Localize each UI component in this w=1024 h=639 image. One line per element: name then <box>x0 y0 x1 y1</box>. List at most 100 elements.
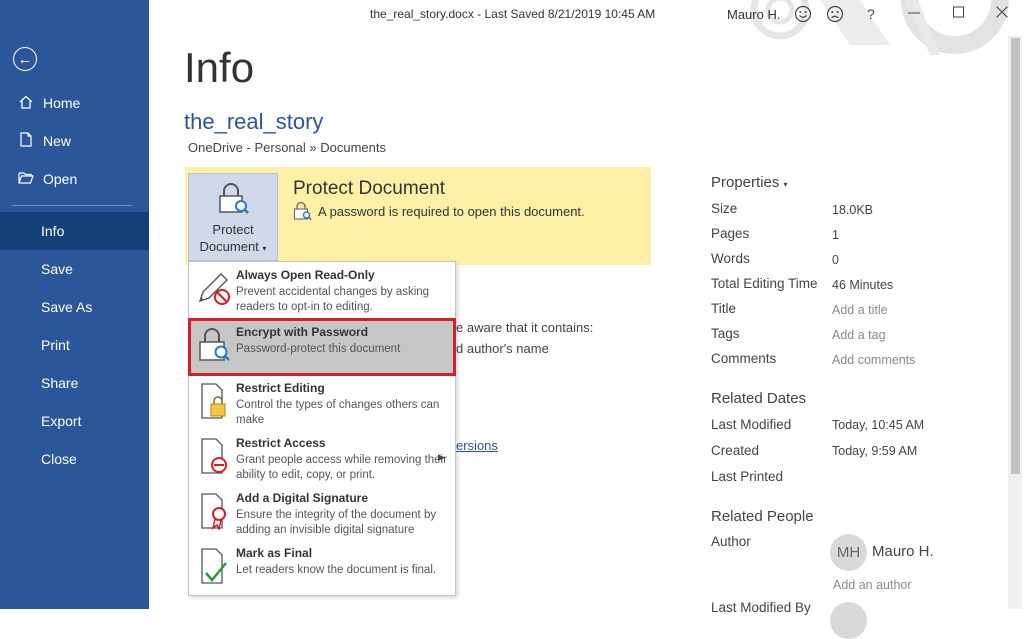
nav-open-label: Open <box>43 171 77 187</box>
page-title: Info <box>184 44 254 92</box>
frown-icon[interactable] <box>826 5 844 28</box>
related-people-heading: Related People <box>711 508 814 525</box>
protect-document-menu: Always Open Read-Only Prevent accidental… <box>188 261 456 596</box>
protect-button-label-2: Document ▾ <box>189 238 277 257</box>
nav-share-label: Share <box>41 375 78 391</box>
document-check-icon <box>196 547 232 585</box>
nav-export-label: Export <box>41 413 81 429</box>
property-label-last-printed: Last Printed <box>711 469 783 484</box>
nav-save[interactable]: Save <box>0 250 149 288</box>
protect-document-button[interactable]: Protect Document ▾ <box>188 173 278 261</box>
nav-info-label: Info <box>41 223 64 239</box>
lock-key-small-icon <box>292 201 312 226</box>
nav-home[interactable]: Home <box>0 84 149 122</box>
nav-close-label: Close <box>41 451 77 467</box>
menu-item-title: Add a Digital Signature <box>236 491 368 505</box>
nav-save-label: Save <box>41 261 73 277</box>
menu-item-description: Control the types of changes others can … <box>236 398 448 428</box>
account-name[interactable]: Mauro H. <box>727 7 780 22</box>
dropdown-caret-icon: ▾ <box>262 244 266 253</box>
nav-save-as-label: Save As <box>41 299 92 315</box>
minimize-icon[interactable] <box>907 5 921 24</box>
nav-info[interactable]: Info <box>0 212 149 250</box>
nav-new-label: New <box>43 133 71 149</box>
property-value-pages: 1 <box>832 228 839 242</box>
nav-save-as[interactable]: Save As <box>0 288 149 326</box>
related-dates-heading: Related Dates <box>711 390 806 407</box>
property-label-created: Created <box>711 443 759 458</box>
signature-ribbon-icon <box>196 492 232 530</box>
property-label-comments: Comments <box>711 351 776 366</box>
document-title: the_real_story.docx - Last Saved 8/21/20… <box>370 7 655 21</box>
properties-heading[interactable]: Properties ▾ <box>711 174 788 191</box>
smiley-icon[interactable] <box>794 5 812 28</box>
manage-versions-link[interactable]: ersions <box>456 438 498 453</box>
protect-document-heading: Protect Document <box>293 178 445 200</box>
property-label-words: Words <box>711 251 750 266</box>
property-title-input[interactable]: Add a title <box>832 303 888 317</box>
property-label-author: Author <box>711 534 751 549</box>
nav-share[interactable]: Share <box>0 364 149 402</box>
menu-item-title: Restrict Access <box>236 436 326 450</box>
menu-item-title: Always Open Read-Only <box>236 268 375 282</box>
nav-new[interactable]: New <box>0 122 149 160</box>
property-value-last-modified: Today, 10:45 AM <box>832 418 924 432</box>
folder-open-icon <box>17 171 35 187</box>
lock-key-icon <box>196 326 232 364</box>
add-author-link[interactable]: Add an author <box>833 578 912 592</box>
menu-item-title: Encrypt with Password <box>236 325 368 339</box>
menu-item-title: Mark as Final <box>236 546 312 560</box>
document-name: the_real_story <box>184 109 323 135</box>
inspect-document-text-2: d author's name <box>456 341 549 356</box>
dropdown-caret-icon: ▾ <box>784 180 788 189</box>
property-label-editing-time: Total Editing Time <box>711 276 818 291</box>
nav-print-label: Print <box>41 337 70 353</box>
new-document-icon <box>17 132 35 150</box>
menu-item-add-digital-signature[interactable]: Add a Digital Signature Ensure the integ… <box>189 486 455 541</box>
maximize-icon[interactable] <box>952 5 966 24</box>
protect-button-label-2-text: Document <box>200 239 259 254</box>
back-arrow-icon[interactable]: ← <box>13 47 37 71</box>
property-value-editing-time: 46 Minutes <box>832 278 893 292</box>
lock-document-icon <box>196 382 232 420</box>
property-value-created: Today, 9:59 AM <box>832 444 917 458</box>
close-icon[interactable] <box>995 5 1009 24</box>
nav-close[interactable]: Close <box>0 440 149 478</box>
property-label-tags: Tags <box>711 326 740 341</box>
menu-item-description: Let readers know the document is final. <box>236 563 448 578</box>
property-label-pages: Pages <box>711 226 749 241</box>
backstage-sidebar: ← Home New Open Info Save Save As Print … <box>0 0 149 609</box>
menu-item-description: Prevent accidental changes by asking rea… <box>236 285 448 315</box>
nav-export[interactable]: Export <box>0 402 149 440</box>
menu-item-title: Restrict Editing <box>236 381 325 395</box>
properties-heading-text: Properties <box>711 174 779 191</box>
sidebar-divider <box>12 205 132 206</box>
author-name[interactable]: Mauro H. <box>872 543 934 560</box>
pencil-no-icon <box>196 269 232 307</box>
property-label-size: Size <box>711 201 737 216</box>
nav-home-label: Home <box>43 95 80 111</box>
property-value-words: 0 <box>832 253 839 267</box>
menu-item-always-open-read-only[interactable]: Always Open Read-Only Prevent accidental… <box>189 263 455 318</box>
property-label-last-modified-by: Last Modified By <box>711 600 811 615</box>
property-comments-input[interactable]: Add comments <box>832 353 915 367</box>
avatar <box>830 602 867 639</box>
menu-item-description: Ensure the integrity of the document by … <box>236 508 448 538</box>
submenu-arrow-icon: ▶ <box>438 452 445 463</box>
protect-document-description: A password is required to open this docu… <box>318 204 585 219</box>
scrollbar-thumb[interactable] <box>1011 38 1020 474</box>
lock-key-icon <box>189 182 277 221</box>
menu-item-mark-as-final[interactable]: Mark as Final Let readers know the docum… <box>189 541 455 596</box>
menu-item-restrict-access[interactable]: Restrict Access Grant people access whil… <box>189 431 455 486</box>
protect-button-label-1: Protect <box>189 221 277 238</box>
title-bar: the_real_story.docx - Last Saved 8/21/20… <box>149 0 1024 30</box>
nav-print[interactable]: Print <box>0 326 149 364</box>
nav-open[interactable]: Open <box>0 160 149 198</box>
inspect-document-text: e aware that it contains: <box>456 320 593 335</box>
property-label-last-modified: Last Modified <box>711 417 791 432</box>
help-icon[interactable]: ? <box>867 6 875 22</box>
menu-item-encrypt-with-password[interactable]: Encrypt with Password Password-protect t… <box>189 320 455 375</box>
property-tags-input[interactable]: Add a tag <box>832 328 886 342</box>
menu-item-description: Grant people access while removing their… <box>236 453 448 483</box>
menu-item-restrict-editing[interactable]: Restrict Editing Control the types of ch… <box>189 376 455 431</box>
